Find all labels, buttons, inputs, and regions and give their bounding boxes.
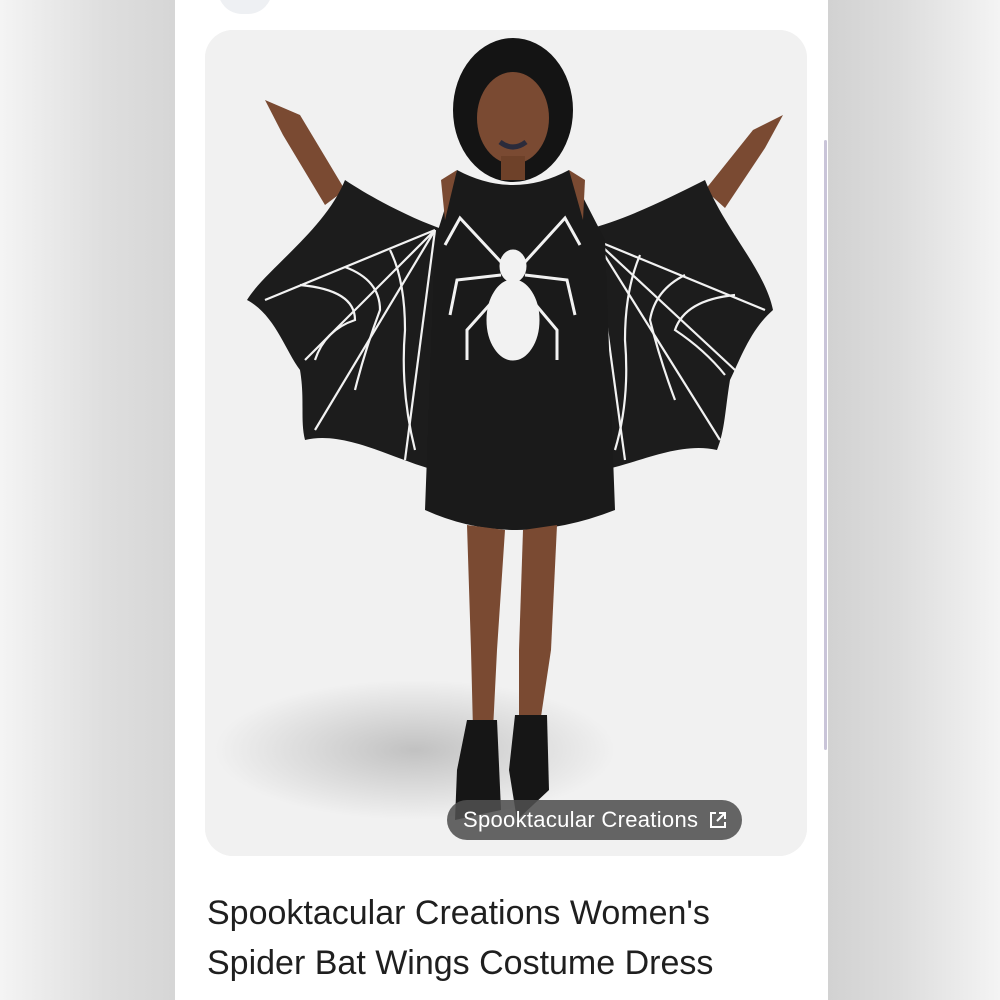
scrollbar[interactable] <box>824 140 827 750</box>
source-chip-label: Spooktacular Creations <box>463 807 699 832</box>
product-title[interactable]: Spooktacular Creations Women's Spider Ba… <box>207 888 807 988</box>
costume-photo <box>205 30 807 856</box>
backdrop-right <box>828 0 1000 1000</box>
open-in-new-icon <box>710 812 727 828</box>
product-title-line1: Spooktacular Creations Women's <box>207 894 710 932</box>
backdrop-left <box>0 0 175 1000</box>
source-chip[interactable]: Spooktacular Creations <box>447 800 743 840</box>
product-title-line2: Spider Bat Wings Costume Dress <box>207 944 714 982</box>
product-image[interactable] <box>205 30 807 856</box>
